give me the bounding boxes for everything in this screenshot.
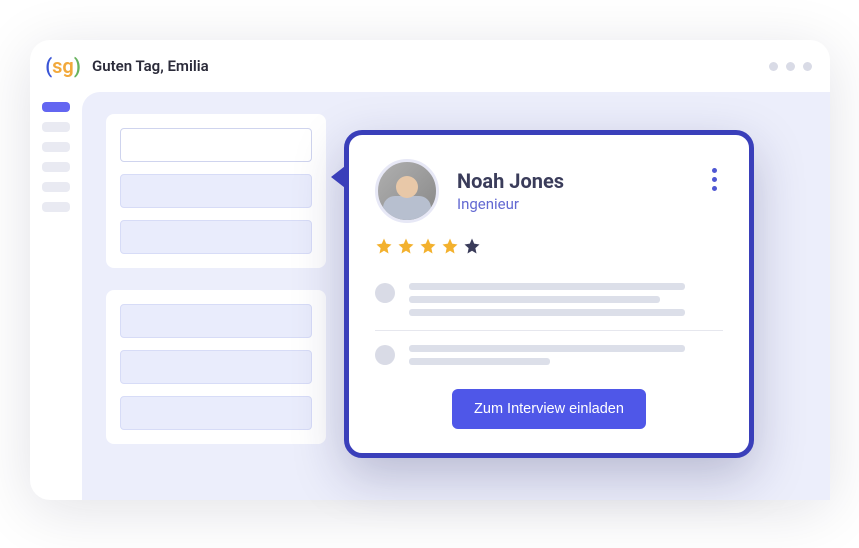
entry-item <box>375 330 723 379</box>
candidate-header: Noah Jones Ingenieur <box>375 159 723 223</box>
window-dot <box>769 62 778 71</box>
entry-lines <box>409 345 723 365</box>
entry-bullet-icon <box>375 345 395 365</box>
sidebar-item[interactable] <box>42 142 70 152</box>
star-icon <box>463 237 481 255</box>
topbar: (sg) Guten Tag, Emilia <box>30 40 830 92</box>
window-dot <box>786 62 795 71</box>
star-icon <box>375 237 393 255</box>
invite-interview-button[interactable]: Zum Interview einladen <box>452 389 646 429</box>
list-item[interactable] <box>120 350 312 384</box>
rating <box>375 237 723 255</box>
star-icon <box>419 237 437 255</box>
entry-lines <box>409 283 723 316</box>
greeting-text: Guten Tag, Emilia <box>92 57 209 75</box>
sidebar-item[interactable] <box>42 162 70 172</box>
avatar <box>375 159 439 223</box>
candidate-card: Noah Jones Ingenieur <box>344 130 754 458</box>
candidate-entries <box>375 269 723 379</box>
sidebar-item[interactable] <box>42 202 70 212</box>
candidate-info: Noah Jones Ingenieur <box>457 169 564 213</box>
list-item[interactable] <box>120 304 312 338</box>
star-icon <box>441 237 459 255</box>
list-item[interactable] <box>120 396 312 430</box>
sidebar-item[interactable] <box>42 182 70 192</box>
list-card <box>106 290 326 444</box>
candidate-role: Ingenieur <box>457 195 564 213</box>
window-dot <box>803 62 812 71</box>
list-item[interactable] <box>120 128 312 162</box>
list-item[interactable] <box>120 174 312 208</box>
candidate-name: Noah Jones <box>457 169 564 193</box>
sidebar <box>30 92 82 500</box>
more-menu-button[interactable] <box>705 163 723 195</box>
list-item[interactable] <box>120 220 312 254</box>
star-icon <box>397 237 415 255</box>
entry-bullet-icon <box>375 283 395 303</box>
entry-item <box>375 269 723 330</box>
sidebar-item[interactable] <box>42 122 70 132</box>
list-card <box>106 114 326 268</box>
app-logo: (sg) <box>48 52 78 80</box>
sidebar-item[interactable] <box>42 102 70 112</box>
window-controls <box>769 62 812 71</box>
